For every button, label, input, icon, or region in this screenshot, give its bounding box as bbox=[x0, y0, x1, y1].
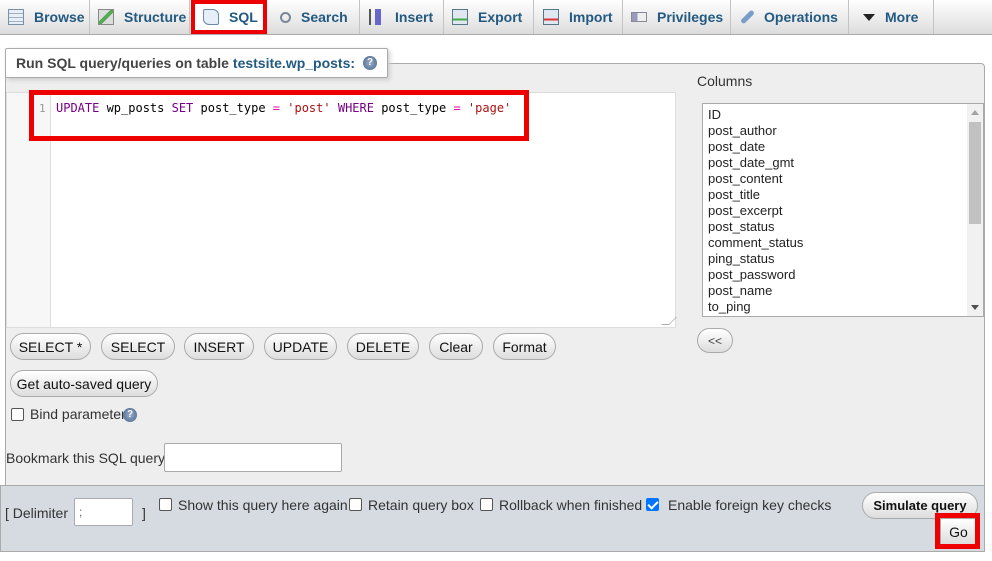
select-star-button[interactable]: SELECT * bbox=[10, 333, 91, 360]
update-button[interactable]: UPDATE bbox=[264, 333, 337, 360]
identifier-token: wp_posts bbox=[99, 101, 172, 115]
line-number: 1 bbox=[39, 102, 46, 115]
tab-export[interactable]: Export bbox=[444, 0, 534, 34]
scroll-thumb[interactable] bbox=[969, 122, 981, 224]
columns-list[interactable]: ID post_author post_date post_date_gmt post_… bbox=[702, 103, 984, 317]
columns-scrollbar[interactable] bbox=[967, 104, 983, 316]
resize-handle[interactable] bbox=[661, 317, 677, 325]
sql-icon bbox=[203, 9, 219, 25]
tab-search[interactable]: Search bbox=[272, 0, 360, 34]
identifier-token: post_type bbox=[373, 101, 454, 115]
rollback-checkbox[interactable] bbox=[480, 498, 493, 511]
help-icon[interactable]: ? bbox=[363, 56, 378, 70]
column-option[interactable]: post_content bbox=[703, 171, 983, 187]
get-auto-saved-query-button[interactable]: Get auto-saved query bbox=[10, 370, 158, 397]
scroll-up-icon[interactable] bbox=[971, 110, 979, 115]
tab-browse[interactable]: Browse bbox=[0, 0, 90, 34]
tab-operations[interactable]: Operations bbox=[732, 0, 849, 34]
column-option[interactable]: ID bbox=[703, 107, 983, 123]
line-gutter bbox=[7, 93, 51, 327]
foreign-key-checks-checkbox[interactable] bbox=[646, 498, 659, 511]
column-option[interactable]: post_excerpt bbox=[703, 203, 983, 219]
format-button[interactable]: Format bbox=[493, 333, 556, 360]
delimiter-input[interactable] bbox=[74, 498, 133, 526]
clear-button[interactable]: Clear bbox=[429, 333, 483, 360]
export-icon bbox=[452, 9, 468, 25]
show-query-again-checkbox[interactable] bbox=[159, 498, 172, 511]
browse-icon bbox=[8, 9, 24, 25]
search-icon bbox=[280, 11, 291, 23]
tab-import[interactable]: Import bbox=[535, 0, 623, 34]
column-option[interactable]: post_name bbox=[703, 283, 983, 299]
insert-column-button[interactable]: << bbox=[697, 328, 733, 353]
simulate-query-button[interactable]: Simulate query bbox=[862, 492, 978, 519]
insert-icon bbox=[369, 9, 385, 25]
bind-parameters-label: Bind parameters bbox=[30, 406, 133, 422]
footer-options bbox=[0, 485, 985, 552]
import-icon bbox=[543, 9, 559, 25]
delimiter-close: ] bbox=[142, 505, 146, 521]
column-option[interactable]: comment_status bbox=[703, 235, 983, 251]
structure-icon bbox=[98, 9, 114, 25]
delete-button[interactable]: DELETE bbox=[347, 333, 419, 360]
bookmark-input[interactable] bbox=[164, 443, 342, 472]
column-option[interactable]: post_author bbox=[703, 123, 983, 139]
bind-parameters-checkbox[interactable] bbox=[11, 408, 24, 421]
column-option[interactable]: post_status bbox=[703, 219, 983, 235]
string-token: 'page' bbox=[467, 101, 512, 115]
select-button[interactable]: SELECT bbox=[101, 333, 175, 360]
insert-button[interactable]: INSERT bbox=[184, 333, 254, 360]
tab-structure[interactable]: Structure bbox=[90, 0, 190, 34]
column-option[interactable]: to_ping bbox=[703, 299, 983, 315]
wrench-icon bbox=[740, 9, 755, 25]
keyword-token: WHERE bbox=[337, 101, 374, 115]
sql-editor[interactable]: 1 UPDATE wp_posts SET post_type = 'post'… bbox=[6, 92, 677, 328]
bookmark-label: Bookmark this SQL query: bbox=[6, 450, 169, 466]
help-icon[interactable]: ? bbox=[123, 408, 137, 422]
privileges-icon bbox=[631, 12, 647, 22]
scroll-down-icon[interactable] bbox=[971, 305, 979, 310]
column-option[interactable]: post_password bbox=[703, 267, 983, 283]
tab-insert[interactable]: Insert bbox=[361, 0, 444, 34]
column-option[interactable]: post_date bbox=[703, 139, 983, 155]
sql-panel-legend: Run SQL query/queries on table testsite.… bbox=[5, 48, 389, 78]
retain-query-box-checkbox[interactable] bbox=[349, 498, 362, 511]
go-button[interactable]: Go bbox=[940, 518, 977, 545]
show-query-again-label: Show this query here again bbox=[178, 497, 348, 513]
column-option[interactable]: ping_status bbox=[703, 251, 983, 267]
tab-privileges[interactable]: Privileges bbox=[623, 0, 731, 34]
identifier-token: post_type bbox=[193, 101, 273, 115]
rollback-label: Rollback when finished bbox=[499, 497, 643, 513]
tab-sql[interactable]: SQL bbox=[191, 0, 267, 34]
retain-query-box-label: Retain query box bbox=[368, 497, 474, 513]
foreign-key-checks-label: Enable foreign key checks bbox=[668, 497, 832, 513]
columns-header: Columns bbox=[697, 73, 753, 89]
column-option[interactable]: post_title bbox=[703, 187, 983, 203]
operator-token: = bbox=[453, 101, 461, 115]
triangle-down-icon bbox=[863, 13, 875, 21]
table-link[interactable]: testsite.wp_posts: bbox=[233, 55, 355, 71]
delimiter-label: [ Delimiter bbox=[5, 505, 69, 521]
keyword-token: UPDATE bbox=[56, 101, 100, 115]
column-option[interactable]: post_date_gmt bbox=[703, 155, 983, 171]
keyword-token: SET bbox=[171, 101, 194, 115]
tab-more[interactable]: More bbox=[849, 0, 934, 34]
string-token: 'post' bbox=[287, 101, 331, 115]
operator-token: = bbox=[272, 101, 281, 115]
sql-code[interactable]: UPDATE wp_posts SET post_type = 'post' W… bbox=[56, 101, 511, 115]
tab-bar: Browse Structure SQL Search Insert Expor… bbox=[0, 0, 992, 35]
